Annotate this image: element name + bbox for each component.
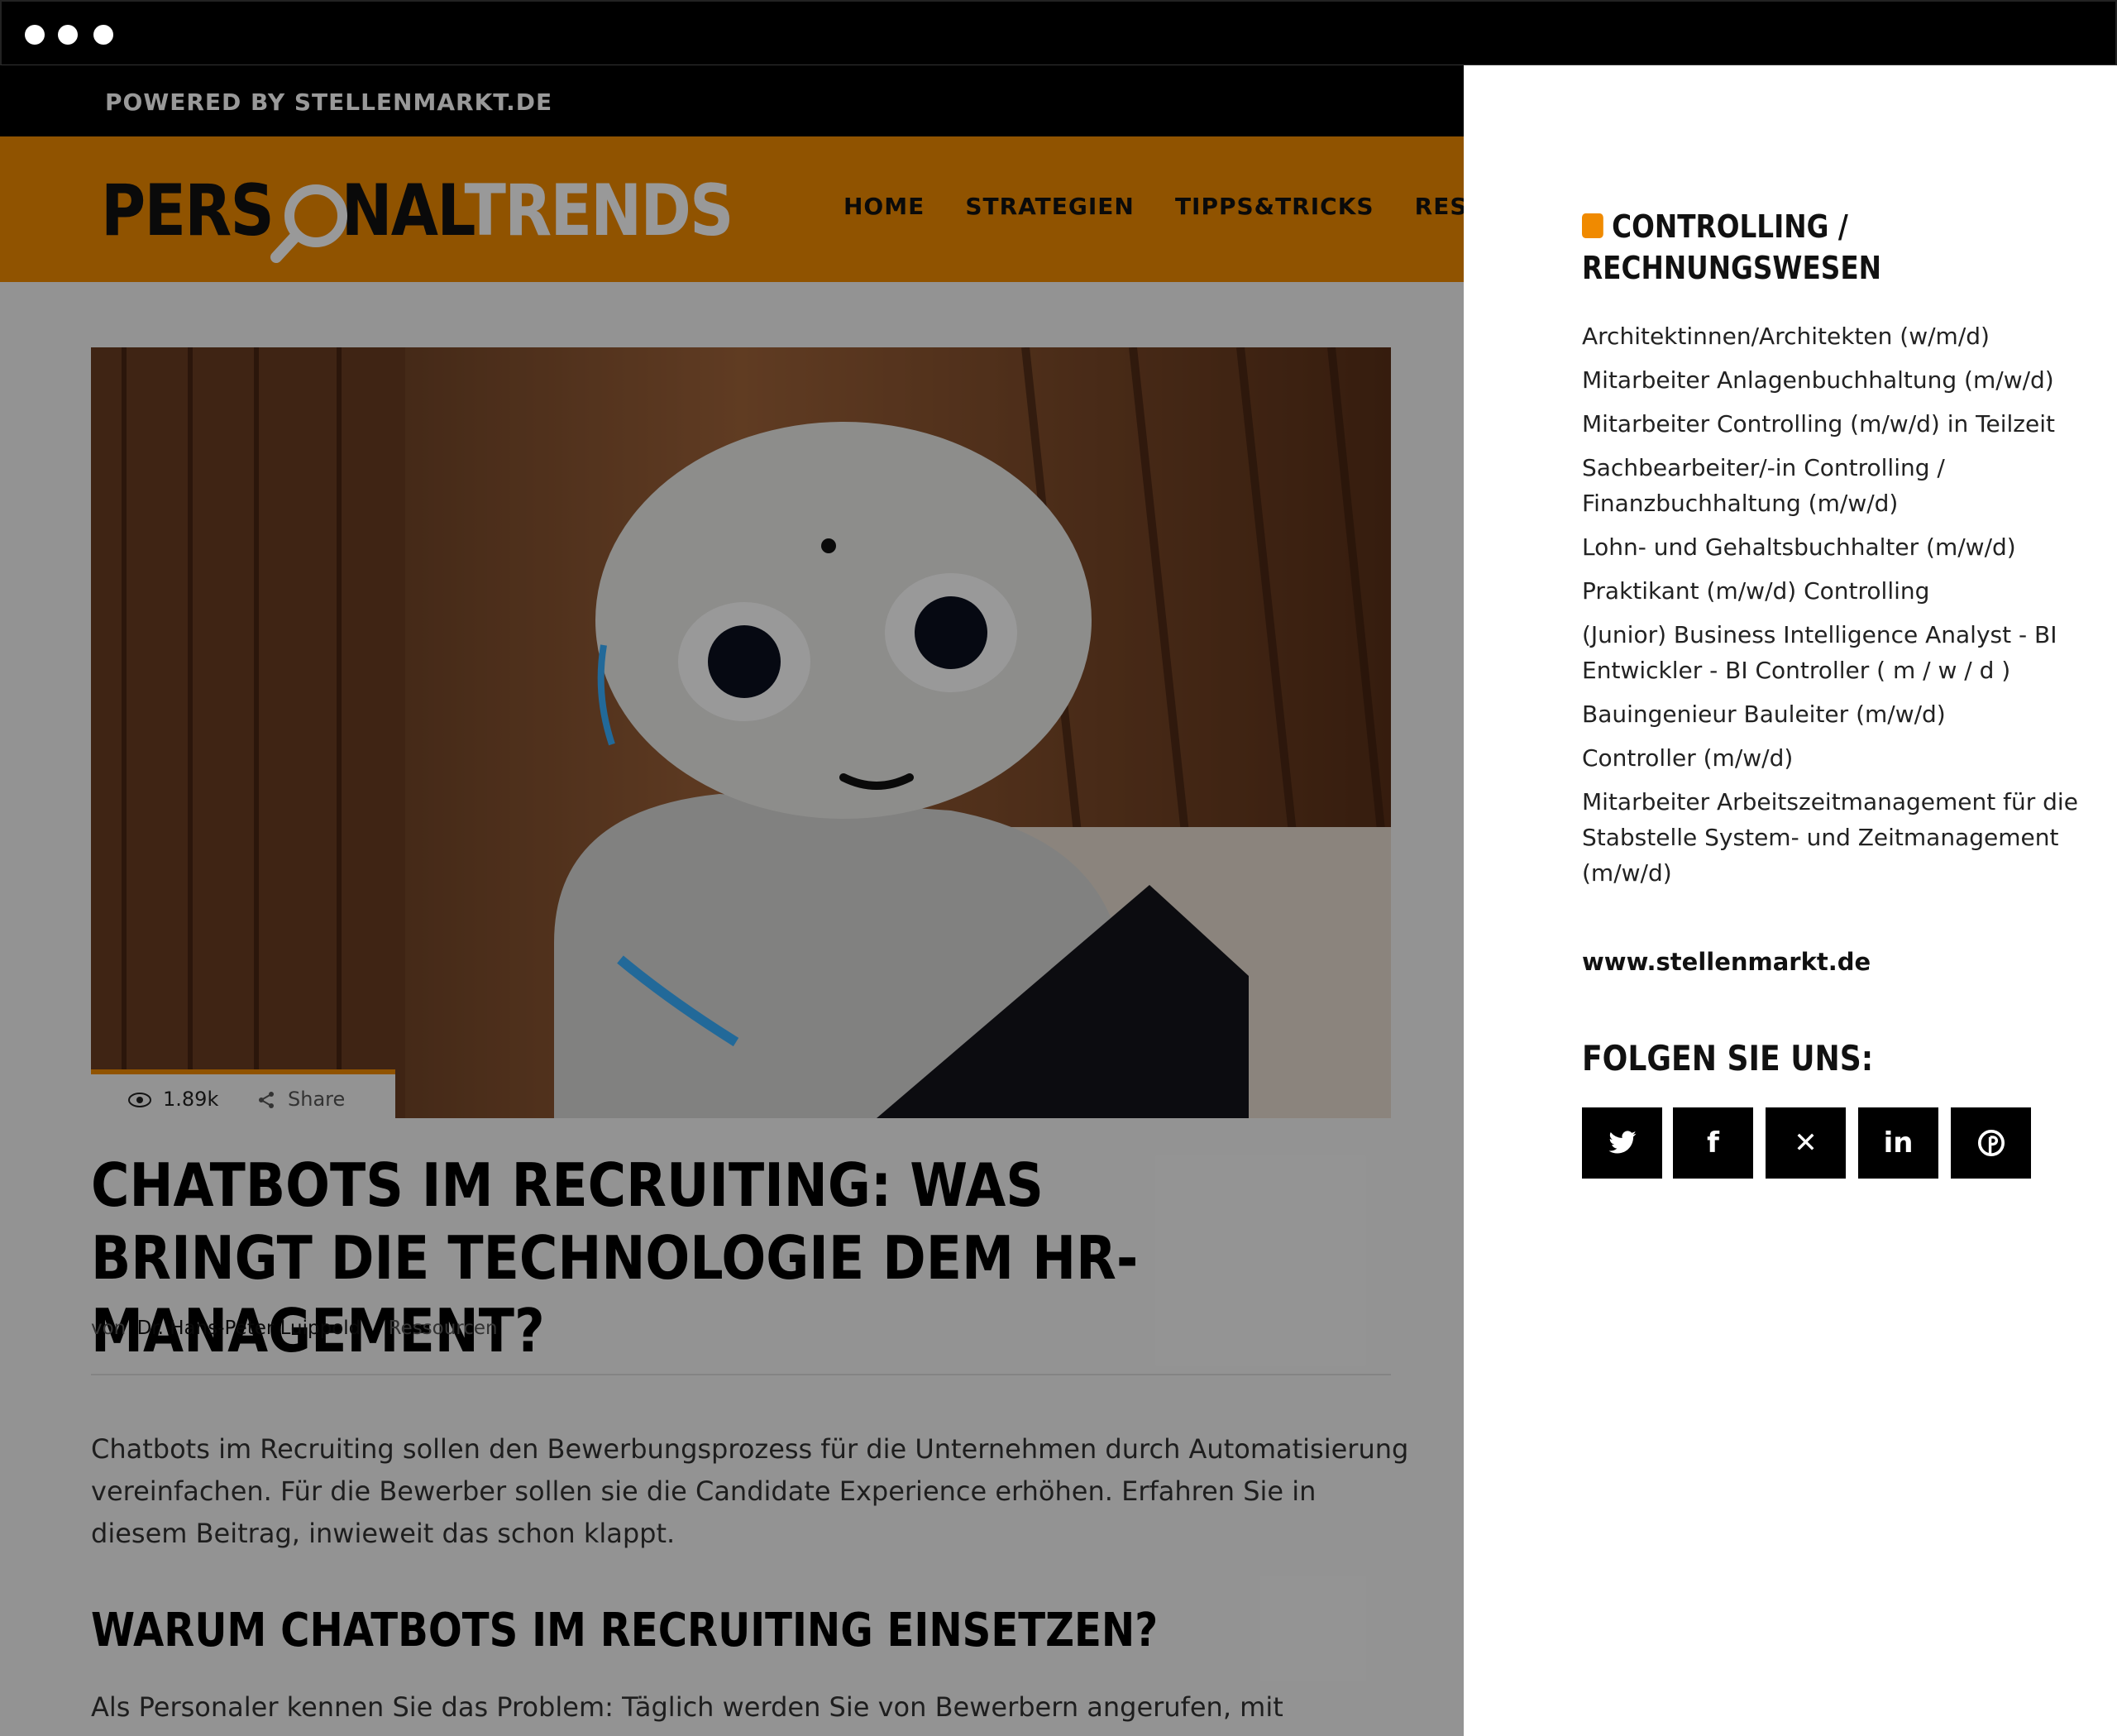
job-link[interactable]: Praktikant (m/w/d) Controlling [1582,573,2078,609]
jobs-widget-title: CONTROLLING / RECHNUNGSWESEN [1582,208,1882,286]
job-link[interactable]: Mitarbeiter Controlling (m/w/d) in Teilz… [1582,406,2078,442]
nav-tipps-tricks[interactable]: TIPPS&TRICKS [1175,193,1374,220]
share-icon [259,1092,274,1108]
job-link[interactable]: (Junior) Business Intelligence Analyst -… [1582,617,2078,688]
hero-image-robot [91,347,1391,1118]
main-page: POWERED BY STELLENMARKT.DE PERS NALTRENDS… [0,65,1464,1736]
share-button[interactable]: Share [256,1088,345,1111]
rss-icon[interactable] [1582,213,1603,238]
magnifier-icon [270,184,347,263]
author-link[interactable]: Dr. Hans-Peter Luippold [137,1318,361,1339]
robot-illustration [91,347,1391,1118]
follow-title: FOLGEN SIE UNS: [1582,1038,1874,1078]
window-minimize-dot[interactable] [58,25,78,45]
category-link[interactable]: Ressourcen [389,1318,498,1339]
window-close-dot[interactable] [25,25,45,45]
powered-by-link[interactable]: POWERED BY STELLENMARKT.DE [105,88,552,116]
article-subheading: WARUM CHATBOTS IM RECRUITING EINSETZEN? [91,1604,1159,1657]
side-panel: CONTROLLING / RECHNUNGSWESEN Architektin… [1464,65,2117,1736]
facebook-icon[interactable]: f [1673,1107,1753,1179]
xing-icon[interactable]: ✕ [1766,1107,1846,1179]
linkedin-icon[interactable]: in [1858,1107,1938,1179]
logo-text: PERS NALTRENDS [101,170,734,252]
job-link[interactable]: Mitarbeiter Arbeitszeitmanagement für di… [1582,784,2078,891]
site-header: PERS NALTRENDS HOME STRATEGIEN TIPPS&TRIC… [0,136,1464,282]
window-maximize-dot[interactable] [93,25,113,45]
divider [91,1374,1391,1375]
nav-strategien[interactable]: STRATEGIEN [965,193,1135,220]
article-intro: Chatbots im Recruiting sollen den Bewerb… [91,1433,1409,1549]
job-link[interactable]: Mitarbeiter Anlagenbuchhaltung (m/w/d) [1582,362,2078,398]
job-list: Architektinnen/Architekten (w/m/d) Mitar… [1582,318,2078,899]
job-link[interactable]: Architektinnen/Architekten (w/m/d) [1582,318,2078,354]
stellenmarkt-link[interactable]: www.stellenmarkt.de [1582,948,1871,976]
twitter-icon[interactable] [1582,1107,1662,1179]
article-byline: von Dr. Hans-Peter Luippold Ressourcen [91,1318,498,1339]
article-meta-tab: 1.89k Share [91,1069,395,1118]
job-link[interactable]: Controller (m/w/d) [1582,740,2078,776]
eye-icon [128,1093,151,1107]
main-nav: HOME STRATEGIEN TIPPS&TRICKS RESSOU [843,193,1464,220]
browser-chrome [0,0,2117,65]
pinterest-icon[interactable] [1951,1107,2031,1179]
job-link[interactable]: Bauingenieur Bauleiter (m/w/d) [1582,696,2078,732]
top-bar: POWERED BY STELLENMARKT.DE [0,65,1464,136]
article-body: Als Personaler kennen Sie das Problem: T… [91,1691,1283,1723]
views-count: 1.89k [128,1088,218,1111]
job-link[interactable]: Lohn- und Gehaltsbuchhalter (m/w/d) [1582,529,2078,565]
nav-ressourcen[interactable]: RESSOU [1415,193,1464,220]
job-link[interactable]: Sachbearbeiter/-in Controlling / Finanzb… [1582,450,2078,521]
nav-home[interactable]: HOME [843,193,925,220]
